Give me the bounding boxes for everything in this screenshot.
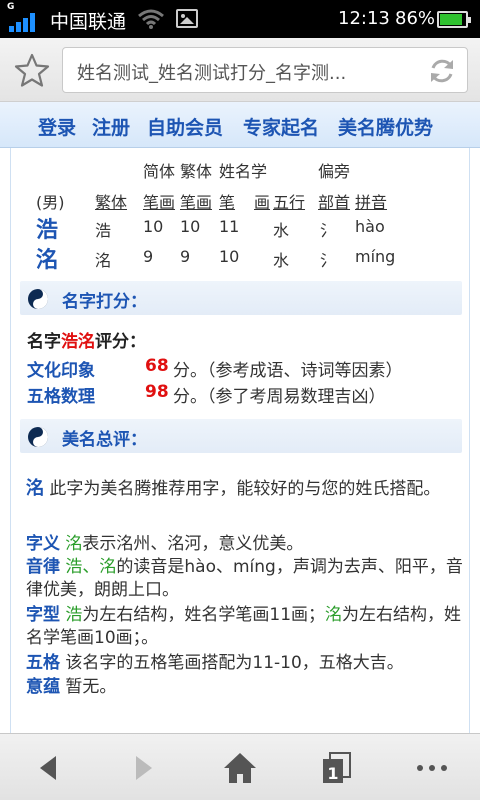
forward-arrow-icon[interactable] (124, 750, 164, 786)
star-icon[interactable] (14, 52, 50, 88)
battery-percent: 86% (395, 8, 436, 29)
yin-yang-icon (28, 427, 48, 447)
reload-icon[interactable] (427, 56, 457, 86)
table-header-stroke-b: 画 (254, 193, 271, 212)
clock: 12:13 (338, 8, 390, 29)
score-wuge-text: 分。（参了考周易数理吉凶） (173, 387, 386, 407)
table-row-2-wuxing: 水 (273, 251, 290, 270)
table-header-pinyin: 拼音 (355, 193, 388, 212)
review-wuge-text: 该名字的五格笔画搭配为11-10，五格大吉。 (65, 653, 404, 673)
home-icon[interactable] (220, 750, 260, 786)
review-rhythm-label: 音律 (26, 557, 60, 577)
review-meaning: 字义 洺表示洺州、洺河，意义优美。 (26, 533, 466, 556)
table-row-1-char: 浩 (36, 218, 59, 243)
review-meaning-label: 字义 (26, 534, 60, 554)
table-row-1-pinyin: hào (355, 217, 385, 236)
review-wuge-label: 五格 (26, 653, 60, 673)
table-header-stroke-a: 笔 (219, 193, 236, 212)
score-label-pre: 名字 (27, 332, 61, 352)
table-header-name-study: 姓名学 (219, 162, 268, 181)
nav-member-link[interactable]: 自助会员 (147, 113, 223, 140)
wifi-icon (138, 9, 164, 29)
nav-advantage-link[interactable]: 美名腾优势 (338, 113, 433, 140)
review-shape: 字型 浩为左右结构，姓名学笔画11画；洺为左右结构，姓名学笔画10画；。 (26, 604, 466, 650)
signal-bars-icon (9, 12, 39, 32)
table-header-bushou: 部首 (318, 193, 351, 212)
table-row-1-radical: 氵 (320, 221, 337, 240)
review-intro: 洺 此字为美名腾推荐用字，能较好的与您的姓氏搭配。 (26, 477, 466, 501)
table-header-gender: (男) (36, 193, 65, 212)
battery-icon (437, 11, 471, 28)
review-shape-char2: 洺 (325, 605, 343, 625)
review-intro-char: 洺 (26, 478, 44, 499)
tab-count: 1 (327, 764, 338, 783)
table-row-2-char: 洺 (36, 248, 59, 273)
nav-expert-naming-link[interactable]: 专家起名 (243, 113, 319, 140)
score-wuge-label: 五格数理 (27, 387, 95, 407)
table-header-trad: 繁体 (95, 193, 128, 212)
score-section-title: 名字打分： (62, 292, 147, 312)
url-input[interactable]: 姓名测试_姓名测试打分_名字测... (62, 47, 468, 93)
url-text: 姓名测试_姓名测试打分_名字测... (77, 63, 347, 84)
score-label: 名字浩洺评分： (27, 327, 146, 352)
review-rhythm-char1: 浩 (65, 557, 83, 577)
table-header-traditional: 繁体 (180, 162, 213, 181)
score-label-name: 浩洺 (61, 332, 95, 352)
score-label-post: 评分： (95, 332, 146, 352)
score-culture-value: 68 (145, 356, 169, 376)
table-header-wuxing: 五行 (273, 193, 306, 212)
review-yiyun-text: 暂无。 (65, 677, 117, 697)
browser-toolbar: 1 (0, 733, 480, 800)
review-section-header: 美名总评： (20, 419, 462, 453)
review-intro-text: 此字为美名腾推荐用字，能较好的与您的姓氏搭配。 (49, 479, 441, 499)
table-header-simplified: 简体 (143, 162, 176, 181)
table-row-2-trad: 洺 (95, 251, 112, 270)
table-header-strokes2: 笔画 (180, 193, 213, 212)
yin-yang-icon (28, 289, 48, 309)
review-rhythm: 音律 浩、洺的读音是hào、míng，声调为去声、阳平，音律优美，朗朗上口。 (26, 556, 466, 602)
score-row-culture: 文化印象 68 分。（参考成语、诗词等因素） (27, 356, 403, 381)
battery-level (440, 14, 462, 25)
nav-register-link[interactable]: 注册 (92, 113, 130, 140)
menu-dots-icon[interactable] (412, 750, 452, 786)
review-rhythm-sep: 、 (82, 557, 100, 577)
table-row-1-trad: 浩 (95, 221, 112, 240)
table-row-2-strokes2: 9 (180, 247, 191, 266)
table-row-2-strokes3: 10 (219, 247, 240, 266)
score-culture-text: 分。（参考成语、诗词等因素） (173, 361, 403, 381)
table-row-1-strokes3: 11 (219, 217, 240, 236)
review-rhythm-char2: 洺 (99, 557, 117, 577)
review-shape-text1: 为左右结构，姓名学笔画11画； (82, 605, 326, 625)
g-badge: G (7, 2, 15, 12)
review-yiyun-label: 意蕴 (26, 677, 60, 697)
carrier-name: 中国联通 (50, 11, 127, 33)
site-nav: 登录 注册 自助会员 专家起名 美名腾优势 (0, 102, 480, 148)
review-shape-label: 字型 (26, 605, 60, 625)
url-bar: 姓名测试_姓名测试打分_名字测... (0, 38, 480, 102)
score-wuge-value: 98 (145, 382, 169, 402)
review-meaning-text: 表示洺州、洺河，意义优美。 (82, 534, 304, 554)
score-section-header: 名字打分： (20, 281, 462, 315)
table-row-1-strokes2: 10 (180, 217, 201, 236)
back-arrow-icon[interactable] (28, 750, 68, 786)
table-header-strokes1: 笔画 (143, 193, 176, 212)
review-meaning-char: 洺 (65, 534, 83, 554)
score-culture-label: 文化印象 (27, 361, 95, 381)
table-row-2-radical: 氵 (320, 251, 337, 270)
review-section-title: 美名总评： (62, 430, 147, 450)
nav-login-link[interactable]: 登录 (38, 113, 76, 140)
table-row-2-strokes1: 9 (143, 247, 154, 266)
status-bar: G 中国联通 12:13 86% (0, 0, 480, 38)
review-wuge: 五格 该名字的五格笔画搭配为11-10，五格大吉。 (26, 652, 466, 675)
table-row-1-wuxing: 水 (273, 221, 290, 240)
review-yiyun: 意蕴 暂无。 (26, 676, 466, 699)
browser-screen: G 中国联通 12:13 86% 姓名测试_姓名测试打分_名字测... 登录 注… (0, 0, 480, 800)
review-shape-char1: 浩 (65, 605, 83, 625)
table-row-2-pinyin: míng (355, 247, 396, 266)
table-row-1-strokes1: 10 (143, 217, 164, 236)
picture-icon (176, 9, 198, 28)
table-header-radical: 偏旁 (318, 162, 351, 181)
score-row-wuge: 五格数理 98 分。（参了考周易数理吉凶） (27, 382, 386, 407)
tabs-icon[interactable]: 1 (316, 750, 356, 786)
